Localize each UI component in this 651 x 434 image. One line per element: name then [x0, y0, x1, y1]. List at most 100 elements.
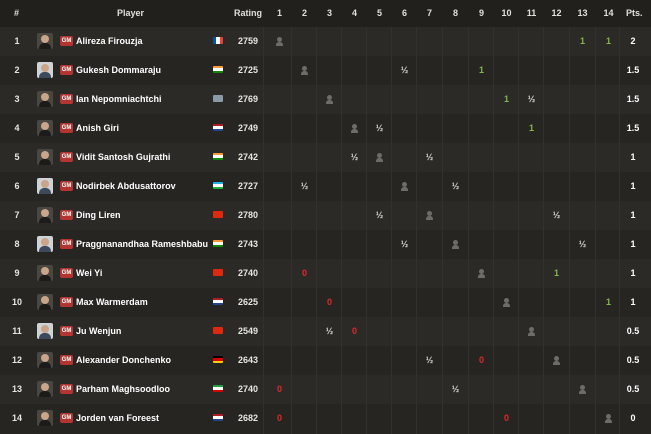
table-row[interactable]: 12 GM Alexander Donchenko 2643 ½ 0 0.5: [0, 346, 651, 375]
player-name[interactable]: Anish Giri: [76, 123, 119, 133]
column-divider: [416, 27, 417, 434]
player-name[interactable]: Vidit Santosh Gujrathi: [76, 152, 170, 162]
column-divider: [619, 27, 620, 434]
result-cell: [544, 172, 569, 201]
result-cell[interactable]: 1: [596, 288, 621, 317]
player-rating: 2742: [237, 152, 259, 162]
avatar[interactable]: [37, 381, 53, 397]
avatar[interactable]: [37, 323, 53, 339]
result-cell[interactable]: ½: [317, 317, 342, 346]
table-row[interactable]: 8 GM Praggnanandhaa Rameshbabu 2743 ½ ½ 1: [0, 230, 651, 259]
avatar[interactable]: [37, 149, 53, 165]
avatar[interactable]: [37, 207, 53, 223]
result-cell[interactable]: 1: [596, 27, 621, 56]
header-round-11: 11: [526, 8, 537, 18]
player-name[interactable]: Gukesh Dommaraju: [76, 65, 161, 75]
result-cell[interactable]: ½: [544, 201, 569, 230]
result-cell: [494, 317, 519, 346]
table-row[interactable]: 6 GM Nodirbek Abdusattorov 2727 ½ ½ 1: [0, 172, 651, 201]
player-name[interactable]: Praggnanandhaa Rameshbabu: [76, 239, 208, 249]
table-row[interactable]: 5 GM Vidit Santosh Gujrathi 2742 ½ ½ 1: [0, 143, 651, 172]
result-cell[interactable]: ½: [417, 143, 442, 172]
result-cell[interactable]: ½: [367, 201, 392, 230]
result-cell[interactable]: 0: [267, 375, 292, 404]
avatar[interactable]: [37, 33, 53, 49]
table-row[interactable]: 13 GM Parham Maghsoodloo 2740 0 ½ 0.5: [0, 375, 651, 404]
avatar[interactable]: [37, 120, 53, 136]
player-name[interactable]: Ding Liren: [76, 210, 121, 220]
result-cell[interactable]: ½: [292, 172, 317, 201]
result-cell[interactable]: ½: [367, 114, 392, 143]
player-name[interactable]: Alireza Firouzja: [76, 36, 143, 46]
player-name[interactable]: Wei Yi: [76, 268, 102, 278]
result-cell[interactable]: ½: [570, 230, 595, 259]
self-pawn-icon: [544, 346, 569, 375]
result-cell[interactable]: 0: [267, 404, 292, 433]
result-cell[interactable]: 0: [292, 259, 317, 288]
player-name[interactable]: Max Warmerdam: [76, 297, 148, 307]
avatar[interactable]: [37, 265, 53, 281]
table-row[interactable]: 4 GM Anish Giri 2749 ½ 1 1.5: [0, 114, 651, 143]
player-name[interactable]: Ju Wenjun: [76, 326, 121, 336]
points-total: 1: [630, 152, 636, 162]
table-row[interactable]: 9 GM Wei Yi 2740 0 1 1: [0, 259, 651, 288]
result-cell: [417, 317, 442, 346]
result-cell: [443, 317, 468, 346]
table-row[interactable]: 14 GM Jorden van Foreest 2682 0 0 0: [0, 404, 651, 433]
table-row[interactable]: 2 GM Gukesh Dommaraju 2725 ½ 1 1.5: [0, 56, 651, 85]
result-cell[interactable]: 1: [494, 85, 519, 114]
result-cell[interactable]: 0: [469, 346, 494, 375]
result-cell[interactable]: ½: [342, 143, 367, 172]
result-cell: [367, 85, 392, 114]
result-cell: [267, 317, 292, 346]
title-badge: GM: [60, 152, 73, 162]
player-name[interactable]: Jorden van Foreest: [76, 413, 159, 423]
table-row[interactable]: 1 GM Alireza Firouzja 2759 1 1 2: [0, 27, 651, 56]
result-cell[interactable]: 0: [342, 317, 367, 346]
result-cell[interactable]: 1: [570, 27, 595, 56]
player-name[interactable]: Alexander Donchenko: [76, 355, 171, 365]
avatar[interactable]: [37, 62, 53, 78]
avatar[interactable]: [37, 236, 53, 252]
result-cell[interactable]: 0: [494, 404, 519, 433]
result-cell: [443, 346, 468, 375]
title-badge: GM: [60, 268, 73, 278]
player-name[interactable]: Nodirbek Abdusattorov: [76, 181, 176, 191]
header-round-14: 14: [603, 8, 614, 18]
result-cell[interactable]: ½: [392, 230, 417, 259]
result-cell: [596, 201, 621, 230]
table-row[interactable]: 3 GM Ian Nepomniachtchi 2769 1 ½ 1.5: [0, 85, 651, 114]
player-name[interactable]: Parham Maghsoodloo: [76, 384, 170, 394]
player-name[interactable]: Ian Nepomniachtchi: [76, 94, 162, 104]
header-player[interactable]: Player: [117, 8, 144, 18]
table-row[interactable]: 7 GM Ding Liren 2780 ½ ½ 1: [0, 201, 651, 230]
avatar[interactable]: [37, 352, 53, 368]
table-row[interactable]: 11 GM Ju Wenjun 2549 ½ 0 0.5: [0, 317, 651, 346]
points-total: 0.5: [626, 326, 640, 336]
result-cell[interactable]: ½: [417, 346, 442, 375]
rank-number: 1: [14, 36, 20, 46]
result-cell[interactable]: 1: [544, 259, 569, 288]
avatar[interactable]: [37, 294, 53, 310]
flag-icon: [213, 153, 223, 160]
table-row[interactable]: 10 GM Max Warmerdam 2625 0 1 1: [0, 288, 651, 317]
header-rating[interactable]: Rating: [234, 8, 262, 18]
avatar[interactable]: [37, 178, 53, 194]
avatar[interactable]: [37, 91, 53, 107]
title-badge: GM: [60, 210, 73, 220]
column-divider: [569, 27, 570, 434]
result-cell: [417, 259, 442, 288]
avatar[interactable]: [37, 410, 53, 426]
result-cell: [544, 56, 569, 85]
result-cell[interactable]: 0: [317, 288, 342, 317]
result-cell[interactable]: 1: [469, 56, 494, 85]
header-round-4: 4: [351, 8, 357, 18]
title-badge: GM: [60, 297, 73, 307]
result-cell[interactable]: ½: [392, 56, 417, 85]
result-cell[interactable]: 1: [519, 114, 544, 143]
result-cell[interactable]: ½: [443, 375, 468, 404]
result-cell[interactable]: ½: [519, 85, 544, 114]
header-points[interactable]: Pts.: [626, 8, 643, 18]
result-cell[interactable]: ½: [443, 172, 468, 201]
result-cell: [570, 346, 595, 375]
